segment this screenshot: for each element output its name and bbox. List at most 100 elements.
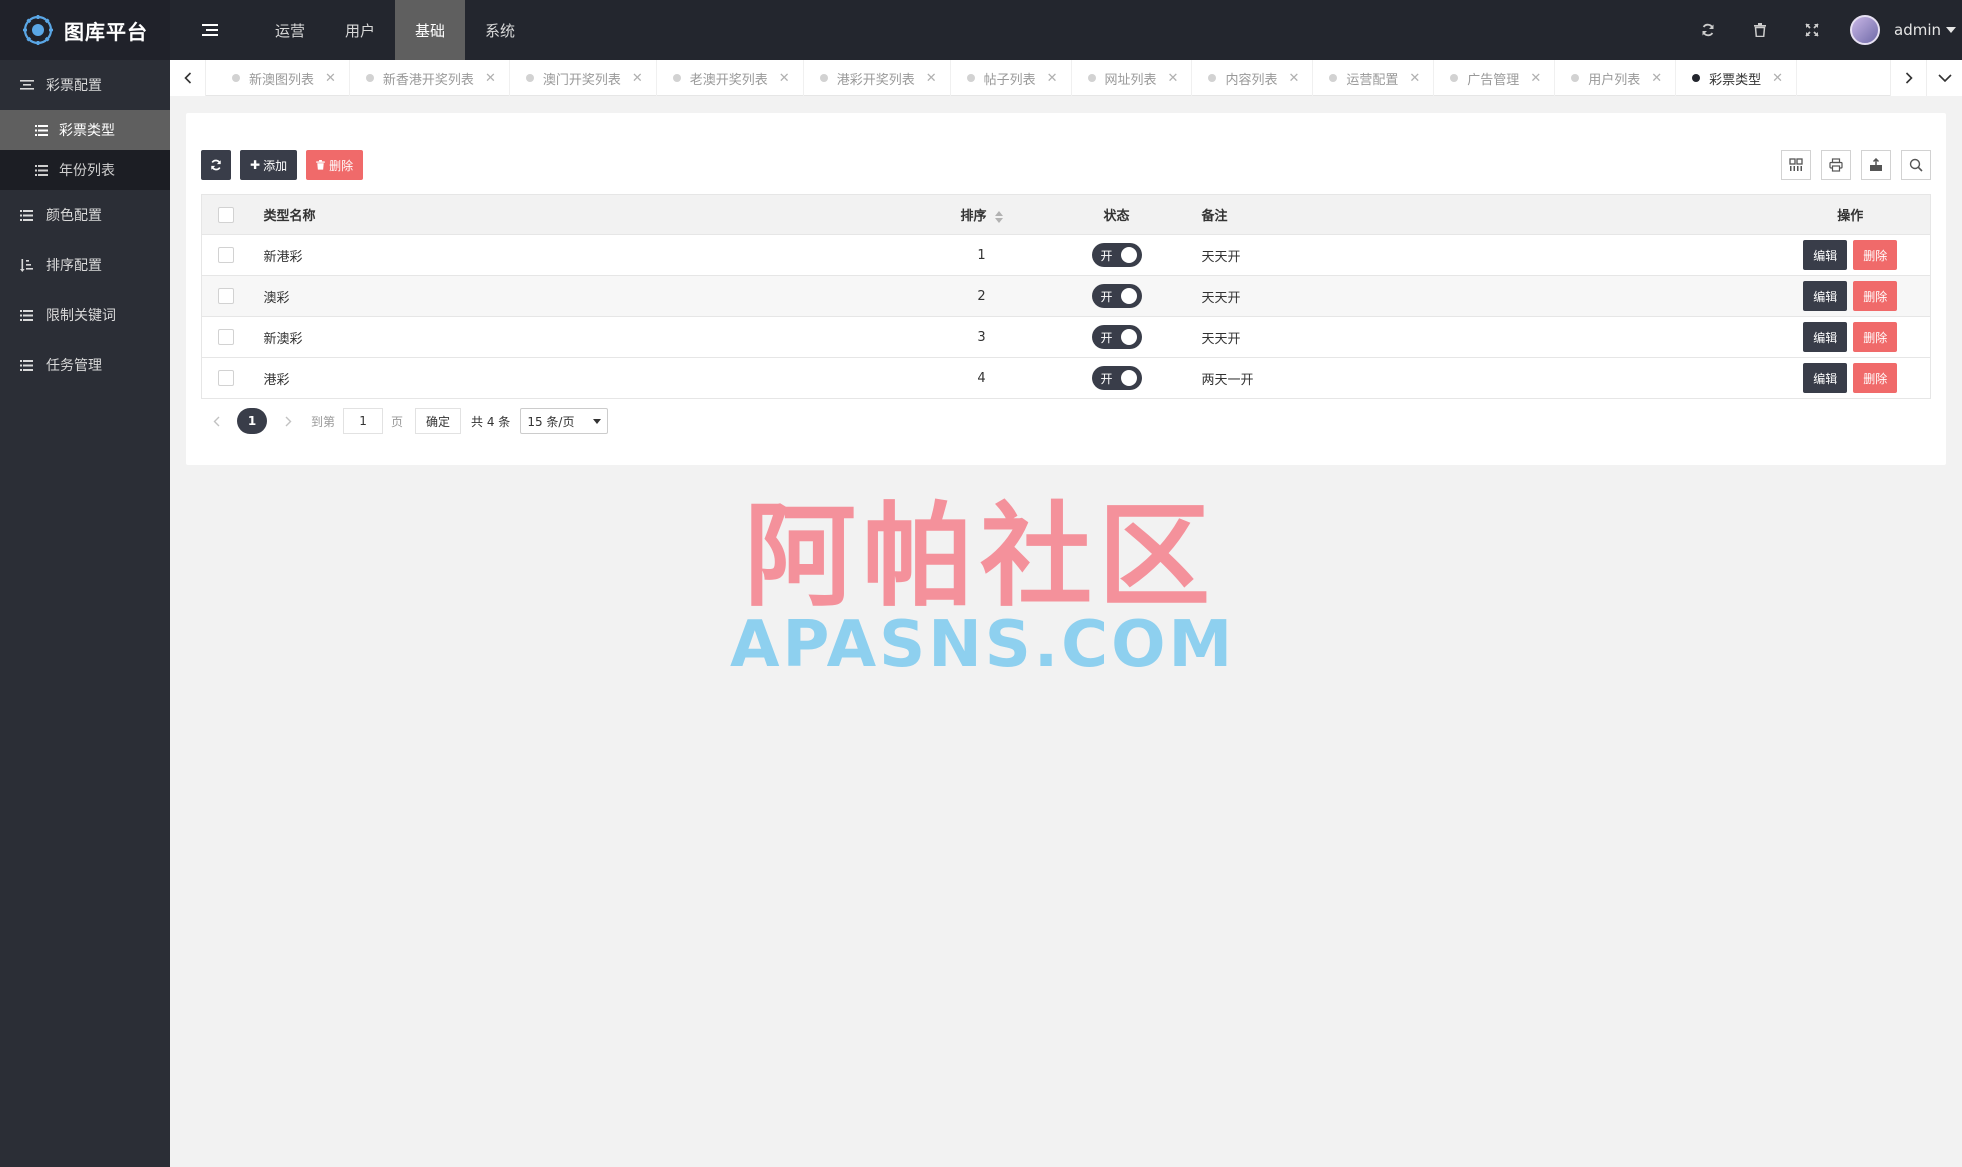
sort-icon [20,258,34,272]
tab-label: 新香港开奖列表 [382,72,474,88]
table-row: 新澳彩 3 开 天天开 编辑 删除 [201,316,1931,358]
user-name: admin [1894,21,1941,39]
tab-posts[interactable]: 帖子列表 ✕ [951,60,1072,96]
next-page-button[interactable] [273,416,303,427]
current-page[interactable]: 1 [237,408,267,434]
tab-macau-draws[interactable]: 澳门开奖列表 ✕ [510,60,657,96]
cell-actions: 编辑 删除 [1770,275,1931,317]
page-unit-label: 页 [391,414,404,429]
cell-status: 开 [1041,316,1192,358]
sidebar-item-restricted-keywords[interactable]: 限制关键词 [0,290,170,340]
confirm-page-button[interactable]: 确定 [415,408,462,434]
columns-filter-button[interactable] [1781,150,1811,180]
sidebar-item-sort-config[interactable]: 排序配置 [0,240,170,290]
sort-arrows-icon[interactable] [994,210,1003,223]
logo[interactable]: 图库平台 [0,0,170,60]
user-menu[interactable]: admin [1838,0,1962,60]
topnav-users[interactable]: 用户 [325,0,395,60]
fullscreen-button[interactable] [1786,0,1838,60]
menu-toggle-button[interactable] [198,18,222,42]
tab-label: 用户列表 [1588,72,1641,88]
edit-button[interactable]: 编辑 [1803,281,1848,311]
status-toggle[interactable]: 开 [1091,243,1142,267]
menu-icon [202,24,218,36]
close-icon[interactable]: ✕ [1409,71,1420,86]
close-icon[interactable]: ✕ [1288,71,1299,86]
tabs-scroll-left-button[interactable] [170,60,206,96]
close-icon[interactable]: ✕ [1530,71,1541,86]
delete-button[interactable]: 删除 [1853,322,1898,352]
close-icon[interactable]: ✕ [926,71,937,86]
page-size-select[interactable]: 15 条/页 [520,408,609,434]
table-row: 澳彩 2 开 天天开 编辑 删除 [201,275,1931,317]
tab-new-hk-draws[interactable]: 新香港开奖列表 ✕ [350,60,510,96]
close-icon[interactable]: ✕ [779,71,790,86]
sidebar-item-year-list[interactable]: 年份列表 [0,150,170,190]
cell-sort: 3 [921,316,1042,358]
tab-old-macau-draws[interactable]: 老澳开奖列表 ✕ [657,60,804,96]
select-all-checkbox[interactable] [218,206,234,223]
close-icon[interactable]: ✕ [1772,71,1783,86]
row-checkbox[interactable] [218,247,234,263]
tab-new-macau-images[interactable]: 新澳图列表 ✕ [216,60,350,96]
tab-users[interactable]: 用户列表 ✕ [1555,60,1677,96]
sidebar-item-color-config[interactable]: 颜色配置 [0,190,170,240]
status-toggle-label: 开 [1100,371,1113,386]
topnav-basic[interactable]: 基础 [395,0,466,60]
header-sort[interactable]: 排序 [921,194,1042,235]
tab-ads[interactable]: 广告管理 ✕ [1434,60,1556,96]
tabs-menu-button[interactable] [1926,60,1962,96]
status-toggle[interactable]: 开 [1091,366,1142,390]
close-icon[interactable]: ✕ [1047,71,1058,86]
close-icon[interactable]: ✕ [1168,71,1179,86]
clear-cache-button[interactable] [1734,0,1786,60]
row-checkbox[interactable] [218,370,234,386]
tab-label: 运营配置 [1346,72,1399,88]
close-icon[interactable]: ✕ [632,71,643,86]
edit-button[interactable]: 编辑 [1803,240,1848,270]
sidebar-item-lottery-type[interactable]: 彩票类型 [0,110,170,150]
close-icon[interactable]: ✕ [325,71,336,86]
topnav-operations[interactable]: 运营 [255,0,325,60]
tab-dot-icon [1692,74,1701,82]
status-toggle[interactable]: 开 [1091,284,1142,308]
print-button[interactable] [1821,150,1851,180]
close-icon[interactable]: ✕ [1651,71,1662,86]
row-checkbox[interactable] [218,329,234,345]
tab-label: 彩票类型 [1709,72,1762,88]
refresh-button[interactable] [1682,0,1734,60]
delete-button[interactable]: 删除 [1853,240,1898,270]
fullscreen-icon [1805,23,1819,37]
topnav-system[interactable]: 系统 [465,0,535,60]
list-icon [20,359,34,371]
sidebar-item-label: 彩票配置 [46,78,102,94]
edit-button[interactable]: 编辑 [1803,363,1848,393]
sidebar-item-task-management[interactable]: 任务管理 [0,340,170,390]
page-number-input[interactable]: 1 [343,408,384,434]
search-icon [1909,158,1923,172]
tab-hk-lottery-draws[interactable]: 港彩开奖列表 ✕ [804,60,951,96]
tab-urls[interactable]: 网址列表 ✕ [1072,60,1193,96]
tab-content[interactable]: 内容列表 ✕ [1192,60,1314,96]
top-nav: 运营 用户 基础 系统 [255,0,535,60]
add-button[interactable]: ✚ 添加 [240,150,298,180]
reload-button[interactable] [201,150,231,180]
prev-page-button[interactable] [201,416,231,427]
export-button[interactable] [1861,150,1891,180]
edit-button[interactable]: 编辑 [1803,322,1848,352]
sliders-icon [20,79,34,91]
tab-lottery-types[interactable]: 彩票类型 ✕ [1676,60,1798,96]
bulk-delete-button[interactable]: 删除 [306,150,364,180]
header-op: 操作 [1770,194,1931,235]
status-toggle[interactable]: 开 [1091,325,1142,349]
tab-operations-config[interactable]: 运营配置 ✕ [1313,60,1435,96]
row-checkbox[interactable] [218,288,234,304]
delete-button[interactable]: 删除 [1853,281,1898,311]
status-toggle-label: 开 [1100,248,1113,263]
tabs-scroll-right-button[interactable] [1890,60,1926,96]
close-icon[interactable]: ✕ [485,71,496,86]
chevron-down-icon [1946,27,1956,33]
sidebar-item-lottery-config[interactable]: 彩票配置 [0,60,170,110]
search-button[interactable] [1901,150,1931,180]
delete-button[interactable]: 删除 [1853,363,1898,393]
